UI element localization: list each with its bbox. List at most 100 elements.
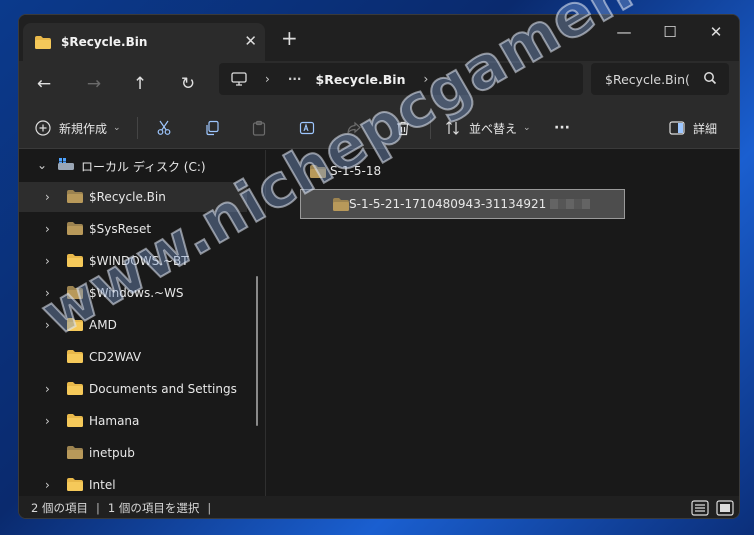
close-window-button[interactable]: ✕	[693, 19, 739, 45]
chevron-right-icon[interactable]: ›	[45, 190, 50, 204]
nav-label: inetpub	[89, 446, 135, 460]
close-tab-icon[interactable]: ✕	[244, 32, 257, 50]
chevron-down-icon: ⌄	[113, 123, 121, 133]
chevron-right-icon[interactable]: ›	[45, 254, 50, 268]
folder-icon	[67, 254, 83, 270]
computer-icon	[231, 72, 247, 86]
share-icon	[347, 121, 361, 134]
folder-icon	[310, 164, 326, 178]
chevron-right-icon[interactable]: ›	[45, 478, 50, 492]
nav-item[interactable]: CD2WAV	[19, 342, 247, 372]
chevron-right-icon[interactable]: ›	[45, 222, 50, 236]
breadcrumb-overflow[interactable]: ···	[288, 72, 302, 86]
plus-circle-icon	[35, 120, 51, 136]
item-count: 2 個の項目	[31, 501, 88, 515]
nav-label: AMD	[89, 318, 117, 332]
delete-button[interactable]	[395, 115, 411, 141]
nav-label: Documents and Settings	[89, 382, 237, 396]
nav-label: Hamana	[89, 414, 140, 428]
address-bar[interactable]: › ··· $Recycle.Bin ›	[219, 63, 583, 95]
breadcrumb-separator[interactable]: ›	[424, 72, 429, 86]
details-pane-icon	[669, 121, 685, 135]
new-button[interactable]: 新規作成 ⌄	[35, 115, 121, 141]
back-arrow-icon[interactable]: ←	[33, 73, 55, 95]
folder-icon	[67, 190, 83, 206]
breadcrumb-separator[interactable]: ›	[265, 72, 270, 86]
details-pane-button[interactable]: 詳細	[669, 115, 717, 141]
nav-label: CD2WAV	[89, 350, 142, 364]
folder-icon	[67, 190, 83, 203]
nav-label: $Recycle.Bin	[89, 190, 166, 204]
folder-icon	[67, 350, 83, 363]
folder-icon	[67, 414, 83, 430]
chevron-right-icon[interactable]: ›	[45, 382, 50, 396]
chevron-down-icon[interactable]: ⌄	[37, 158, 47, 172]
tiles-view-icon[interactable]	[716, 500, 734, 516]
nav-item[interactable]: › AMD	[19, 310, 247, 340]
file-name: S-1-5-21-1710480943-31134921	[349, 197, 547, 211]
details-view-icon[interactable]	[691, 500, 709, 516]
file-list: S-1-5-18 S-1-5-21-1710480943-31134921	[266, 150, 739, 496]
nav-item[interactable]: › Hamana	[19, 406, 247, 436]
nav-item[interactable]: › $SysReset	[19, 214, 247, 244]
nav-scrollbar[interactable]	[256, 276, 258, 426]
new-tab-button[interactable]: +	[281, 26, 298, 50]
folder-icon	[67, 254, 83, 267]
cut-button[interactable]	[156, 115, 172, 141]
search-icon	[704, 72, 717, 85]
tab-recycle-bin[interactable]: $Recycle.Bin ✕	[23, 23, 265, 61]
file-item[interactable]: S-1-5-18	[310, 156, 610, 186]
nav-label: ローカル ディスク (C:)	[81, 160, 206, 174]
folder-icon	[333, 198, 349, 211]
maximize-button[interactable]: ☐	[647, 19, 693, 45]
rename-icon	[299, 121, 315, 135]
refresh-icon[interactable]: ↻	[177, 73, 199, 95]
copy-icon	[206, 120, 219, 136]
sort-icon	[446, 121, 459, 135]
chevron-right-icon[interactable]: ›	[45, 414, 50, 428]
more-options-button[interactable]: ···	[554, 115, 570, 141]
file-item-selected[interactable]: S-1-5-21-1710480943-31134921	[300, 189, 625, 219]
explorer-window: $Recycle.Bin ✕ + — ☐ ✕ ← → ↑ ↻ › ··· $Re…	[18, 14, 740, 519]
nav-label: $WINDOWS.~BT	[89, 254, 189, 268]
chevron-right-icon[interactable]: ›	[45, 318, 50, 332]
folder-icon	[67, 222, 83, 238]
folder-icon	[67, 382, 83, 398]
forward-arrow-icon[interactable]: →	[83, 73, 105, 95]
nav-item[interactable]: › $WINDOWS.~BT	[19, 246, 247, 276]
nav-item[interactable]: › Documents and Settings	[19, 374, 247, 404]
folder-icon	[35, 35, 51, 49]
trash-icon	[397, 121, 409, 136]
nav-item-local-disk[interactable]: ⌄ ローカル ディスク (C:)	[19, 150, 247, 180]
selected-count: 1 個の項目を選択	[107, 501, 200, 515]
sort-button[interactable]: 並べ替え ⌄	[445, 115, 531, 141]
folder-icon	[67, 350, 83, 366]
scissors-icon	[157, 120, 171, 135]
title-bar: $Recycle.Bin ✕ + — ☐ ✕	[19, 15, 739, 61]
blurred-text	[550, 199, 591, 209]
minimize-button[interactable]: —	[601, 19, 647, 45]
nav-item[interactable]: inetpub	[19, 438, 247, 468]
chevron-down-icon: ⌄	[523, 123, 531, 133]
folder-icon	[67, 318, 83, 334]
nav-label: $SysReset	[89, 222, 152, 236]
nav-item[interactable]: › $Recycle.Bin	[19, 182, 247, 212]
rename-button[interactable]	[299, 115, 315, 141]
status-bar: 2 個の項目 | 1 個の項目を選択 |	[19, 496, 739, 518]
folder-icon	[67, 414, 83, 427]
breadcrumb-current[interactable]: $Recycle.Bin	[316, 72, 406, 87]
copy-button[interactable]	[204, 115, 220, 141]
paste-button[interactable]	[251, 115, 267, 141]
nav-label: Intel	[89, 478, 116, 492]
command-bar: 新規作成 ⌄ 並べ替え ⌄ ··· 詳細	[19, 107, 739, 149]
share-button[interactable]	[346, 115, 362, 141]
chevron-right-icon[interactable]: ›	[45, 286, 50, 300]
nav-item[interactable]: › Intel	[19, 470, 247, 496]
folder-icon	[67, 446, 83, 462]
nav-item[interactable]: › $Windows.~WS	[19, 278, 247, 308]
folder-icon	[67, 478, 83, 491]
folder-icon	[67, 286, 83, 299]
details-label: 詳細	[693, 121, 718, 136]
up-arrow-icon[interactable]: ↑	[129, 73, 151, 95]
search-input[interactable]: $Recycle.Bin(	[591, 63, 729, 95]
